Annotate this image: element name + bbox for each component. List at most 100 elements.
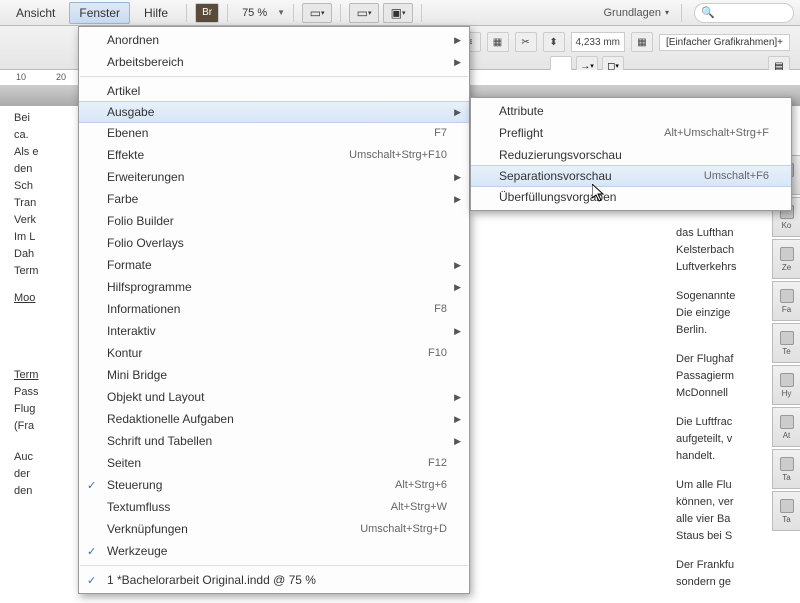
menu-item[interactable]: Informationen F8	[79, 298, 469, 320]
menu-item[interactable]: SeitenF12	[79, 452, 469, 474]
menu-item[interactable]: Farbe ▶	[79, 188, 469, 210]
crop-icon[interactable]: ✂	[515, 32, 537, 52]
menu-shortcut: Umschalt+F6	[704, 170, 769, 182]
link-icon[interactable]: ⬍	[543, 32, 565, 52]
menu-item-label: Redaktionelle Aufgaben	[107, 412, 447, 426]
view-mode-dropdown-1[interactable]: ▭▾	[302, 3, 332, 23]
workspace-switcher[interactable]: Grundlagen ▾	[603, 7, 669, 19]
menu-item-label: Folio Overlays	[107, 236, 447, 250]
menu-item[interactable]: Objekt und Layout ▶	[79, 386, 469, 408]
check-icon: ✓	[87, 574, 96, 587]
separator	[293, 4, 294, 22]
panel-tab[interactable]: Ze	[772, 239, 800, 279]
bridge-button[interactable]: Br	[195, 3, 219, 23]
menu-item[interactable]: Attribute	[471, 100, 791, 122]
menu-shortcut: Umschalt+Strg+F10	[349, 149, 447, 161]
panel-tab[interactable]: At	[772, 407, 800, 447]
menu-item[interactable]: Folio Overlays	[79, 232, 469, 254]
align-button-2[interactable]: ▦	[487, 32, 509, 52]
submenu-arrow-icon: ▶	[454, 107, 461, 118]
menu-item[interactable]: Überfüllungsvorgaben	[471, 186, 791, 208]
submenu-arrow-icon: ▶	[454, 282, 461, 293]
panel-icon	[780, 373, 794, 387]
frame-options-icon[interactable]: ▦	[631, 32, 653, 52]
menu-item-label: Artikel	[107, 84, 447, 98]
menu-item-label: Anordnen	[107, 33, 447, 47]
menu-item-label: Interaktiv	[107, 324, 447, 338]
menu-item-label: Überfüllungsvorgaben	[499, 190, 769, 204]
menu-shortcut: Alt+Umschalt+Strg+F	[664, 127, 769, 139]
separator	[681, 4, 682, 22]
menu-item[interactable]: VerknüpfungenUmschalt+Strg+D	[79, 518, 469, 540]
menu-item[interactable]: Hilfsprogramme ▶	[79, 276, 469, 298]
view-mode-dropdown-2[interactable]: ▭▾	[349, 3, 379, 23]
menu-item-label: Mini Bridge	[107, 368, 447, 382]
menu-item-label: Werkzeuge	[107, 544, 447, 558]
menu-item[interactable]: PreflightAlt+Umschalt+Strg+F	[471, 122, 791, 144]
panel-tab[interactable]: Hy	[772, 365, 800, 405]
submenu-arrow-icon: ▶	[454, 392, 461, 403]
menu-shortcut: F8	[434, 303, 447, 315]
menu-item-label: Textumfluss	[107, 500, 371, 514]
menu-item[interactable]: Interaktiv ▶	[79, 320, 469, 342]
menu-hilfe[interactable]: Hilfe	[134, 2, 178, 24]
menu-fenster[interactable]: Fenster	[69, 2, 130, 24]
submenu-arrow-icon: ▶	[454, 326, 461, 337]
menu-item[interactable]: Formate▶	[79, 254, 469, 276]
menu-item[interactable]: Ausgabe ▶	[79, 101, 469, 123]
menu-item-label: Farbe	[107, 192, 447, 206]
menu-item[interactable]: Artikel	[79, 80, 469, 102]
menu-item[interactable]: Reduzierungsvorschau	[471, 144, 791, 166]
zoom-level[interactable]: 75 %	[236, 7, 273, 19]
screen-mode-dropdown[interactable]: ▣▾	[383, 3, 413, 23]
menu-item[interactable]: Anordnen ▶	[79, 29, 469, 51]
menu-item[interactable]: TextumflussAlt+Strg+W	[79, 496, 469, 518]
submenu-arrow-icon: ▶	[454, 260, 461, 271]
menu-item[interactable]: ✓ 1 *Bachelorarbeit Original.indd @ 75 %	[79, 569, 469, 591]
menu-item[interactable]: Effekte Umschalt+Strg+F10	[79, 144, 469, 166]
menu-item-label: Reduzierungsvorschau	[499, 148, 769, 162]
menu-item[interactable]: Mini Bridge	[79, 364, 469, 386]
menu-item[interactable]: Schrift und Tabellen▶	[79, 430, 469, 452]
ruler-tick: 10	[16, 72, 26, 82]
menu-ansicht[interactable]: Ansicht	[6, 2, 65, 24]
side-panels: EbKoZeFaTeHyAtTaTa	[772, 155, 800, 533]
menu-item-label: Effekte	[107, 148, 329, 162]
panel-tab[interactable]: Ta	[772, 491, 800, 531]
menu-item[interactable]: Arbeitsbereich▶	[79, 51, 469, 73]
menu-item-label: Ausgabe	[107, 105, 447, 119]
menu-item-label: Objekt und Layout	[107, 390, 447, 404]
panel-tab[interactable]: Fa	[772, 281, 800, 321]
panel-icon	[780, 457, 794, 471]
menu-item-label: Separationsvorschau	[499, 169, 684, 183]
submenu-arrow-icon: ▶	[454, 35, 461, 46]
submenu-arrow-icon: ▶	[454, 194, 461, 205]
fenster-menu: Anordnen ▶ Arbeitsbereich▶ Artikel Ausgabe ▶ E…	[78, 26, 470, 594]
menu-item[interactable]: Separationsvorschau Umschalt+F6	[471, 165, 791, 187]
submenu-arrow-icon: ▶	[454, 436, 461, 447]
frame-style-label[interactable]: [Einfacher Grafikrahmen]+	[659, 34, 790, 51]
menu-item[interactable]: ✓SteuerungAlt+Strg+6	[79, 474, 469, 496]
panel-tab[interactable]: Te	[772, 323, 800, 363]
menu-item[interactable]: Erweiterungen▶	[79, 166, 469, 188]
panel-icon	[780, 247, 794, 261]
measurement-field[interactable]: 4,233 mm	[571, 32, 625, 52]
menu-item[interactable]: Redaktionelle Aufgaben▶	[79, 408, 469, 430]
menu-item-label: Folio Builder	[107, 214, 447, 228]
menu-item-label: Hilfsprogramme	[107, 280, 447, 294]
menu-item-label: Informationen	[107, 302, 414, 316]
separator	[421, 4, 422, 22]
menu-item-label: Ebenen	[107, 126, 414, 140]
menu-item[interactable]: ✓Werkzeuge	[79, 540, 469, 562]
search-input[interactable]: 🔍	[694, 3, 794, 23]
panel-tab[interactable]: Ta	[772, 449, 800, 489]
menu-item[interactable]: Folio Builder	[79, 210, 469, 232]
check-icon: ✓	[87, 479, 96, 492]
menu-item[interactable]: KonturF10	[79, 342, 469, 364]
chevron-down-icon[interactable]: ▼	[277, 8, 285, 17]
panel-icon	[780, 331, 794, 345]
document-text-right: das LufthanKelsterbachLuftverkehrsSogena…	[676, 225, 786, 603]
menu-item-label: 1 *Bachelorarbeit Original.indd @ 75 %	[107, 573, 447, 587]
menu-item[interactable]: EbenenF7	[79, 122, 469, 144]
separator	[227, 4, 228, 22]
